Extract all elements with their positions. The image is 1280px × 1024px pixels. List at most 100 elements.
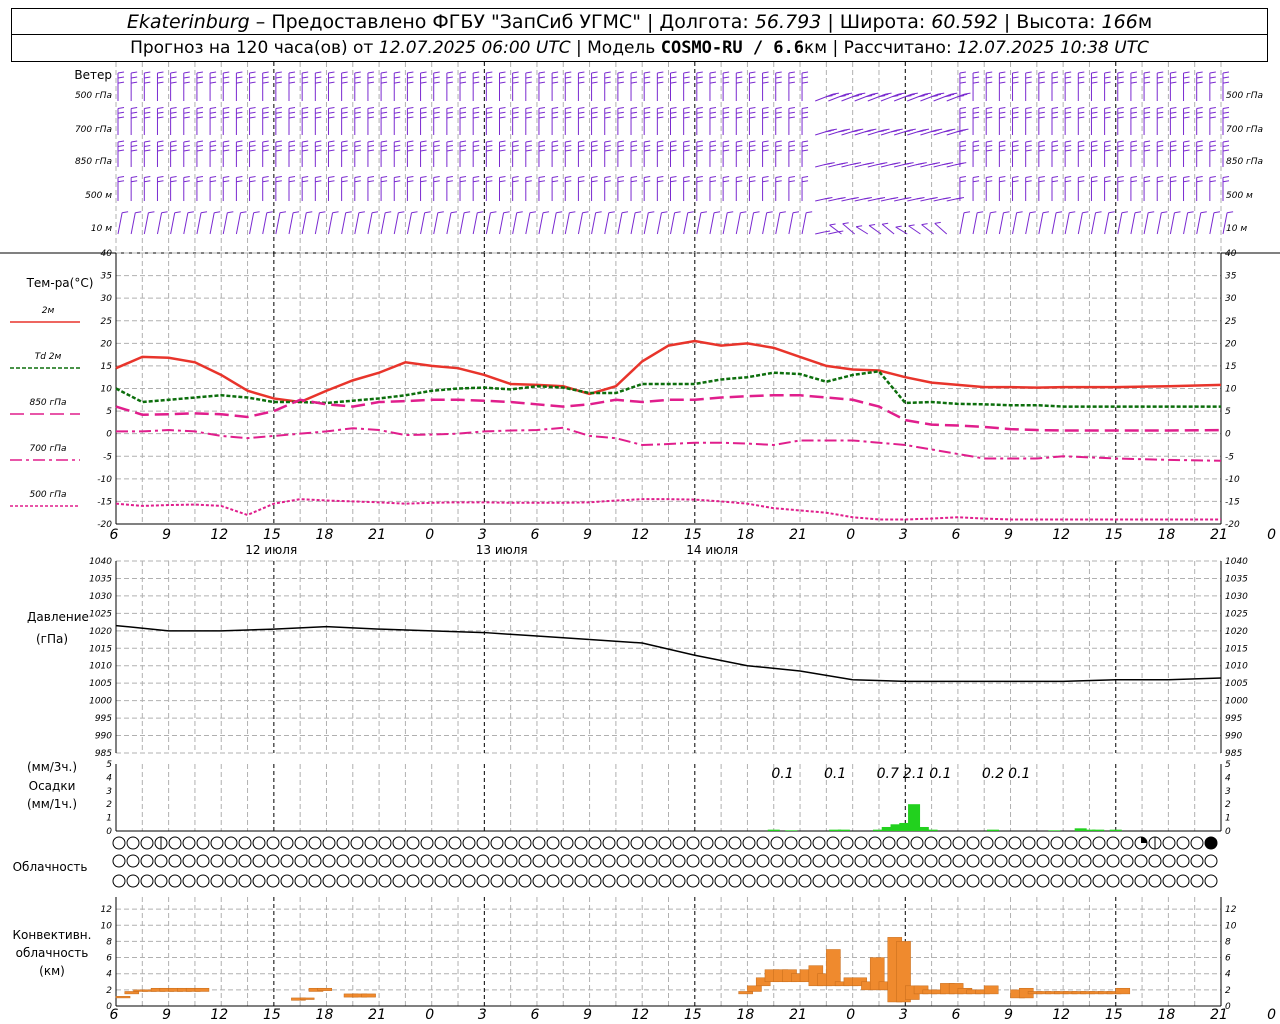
hour-tick: 6	[530, 527, 539, 543]
cloud-cover-symbol	[140, 854, 154, 868]
cloud-cover-symbol	[168, 874, 182, 888]
wind-barb-feather	[236, 76, 243, 79]
wind-barb-feather	[196, 76, 204, 79]
wind-barb-feather	[1130, 76, 1137, 79]
cloud-cover-symbol	[952, 854, 966, 868]
cloud-cover-symbol	[1106, 836, 1120, 850]
wind-barb-feather	[972, 180, 980, 183]
wind-barb-feather	[604, 180, 611, 183]
wind-barb-shaft	[1156, 212, 1162, 235]
wind-barb-feather	[302, 176, 309, 178]
wind-barb-feather	[788, 176, 795, 178]
wind-barb-feather	[657, 140, 664, 143]
wind-barb-shaft	[433, 212, 439, 235]
wind-barb-feather	[1209, 180, 1216, 183]
precip-tick-right: 0	[1225, 827, 1231, 837]
cloud-cover-symbol	[560, 836, 574, 850]
wind-barb-feather	[420, 149, 427, 152]
wind-barb-feather	[951, 92, 958, 95]
wind-barb-shaft	[512, 212, 518, 235]
wind-barb-feather	[1012, 107, 1019, 109]
wind-barb-feather	[1157, 149, 1164, 152]
wind-barb-feather	[1104, 116, 1111, 119]
temp-tick-right: 15	[1225, 362, 1237, 372]
temp-legend-label: 850 гПа	[29, 398, 66, 408]
wind-barb-feather	[381, 76, 388, 79]
wind-barb-feather	[801, 145, 809, 147]
wind-barb-feather	[604, 116, 611, 119]
wind-barb-feather	[1038, 180, 1045, 183]
cloud-cover-symbol	[238, 854, 252, 868]
wind-barb-feather	[670, 111, 677, 114]
wind-barb-feather	[499, 176, 506, 178]
wind-barb-feather	[749, 140, 756, 143]
wind-barb-feather	[1091, 145, 1098, 147]
cloud-cover-symbol	[350, 854, 364, 868]
cloud-cover-symbol	[882, 874, 896, 888]
cloud-cover-symbol	[644, 836, 658, 850]
wind-barb-feather	[999, 145, 1006, 147]
cloud-cover-symbol	[308, 854, 322, 868]
wind-barb-feather	[604, 140, 611, 143]
wind-barb-shaft	[577, 212, 584, 235]
wind-barb-feather	[552, 76, 559, 79]
wind-barb-feather	[736, 140, 743, 143]
wind-barb-feather	[1078, 81, 1085, 84]
wind-barb-feather	[775, 111, 782, 114]
wind-barb-feather	[275, 116, 282, 119]
cloud-cover-symbol	[714, 874, 728, 888]
wind-barb-feather	[525, 116, 532, 119]
wind-barb-feather	[1051, 145, 1059, 147]
wind-barb-shaft	[551, 212, 557, 235]
wind-barb-feather	[565, 176, 572, 178]
hour-tick-bottom: 0	[846, 1007, 855, 1023]
wind-barb-feather	[709, 176, 717, 178]
wind-barb-feather	[1187, 211, 1194, 214]
cloud-cover-symbol	[1092, 836, 1106, 850]
hour-tick: 18	[316, 527, 334, 543]
wind-barb-feather	[473, 107, 480, 109]
wind-barb-feather	[196, 180, 204, 183]
temp-tick-left: 25	[101, 317, 113, 327]
wind-barb-shaft	[1090, 212, 1097, 235]
wind-barb-feather	[381, 176, 388, 178]
wind-barb-feather	[473, 140, 480, 143]
wind-barb-feather	[1196, 149, 1203, 152]
wind-barb-feather	[210, 76, 217, 79]
wind-barb-feather	[249, 176, 256, 178]
hour-tick-bottom: 0	[1267, 1007, 1276, 1023]
wind-barb-feather	[670, 76, 677, 79]
wind-barb-feather	[420, 145, 427, 147]
hour-tick: 21	[368, 527, 386, 543]
wind-barb-feather	[512, 149, 519, 152]
wind-barb-feather	[196, 140, 204, 143]
wind-barb-feather	[1038, 76, 1045, 79]
wind-barb-feather	[170, 81, 177, 84]
wind-barb-feather	[170, 71, 177, 74]
wind-barb-feather	[644, 145, 651, 147]
wind-barb-feather	[1012, 176, 1019, 178]
wind-barb-shaft	[934, 222, 948, 235]
wind-barb-feather	[144, 81, 151, 84]
precip-bar	[1048, 830, 1061, 831]
wind-barb-feather	[565, 76, 572, 79]
wind-barb-feather	[938, 92, 945, 95]
pressure-tick-right: 1020	[1225, 627, 1248, 637]
wind-barb-feather	[157, 111, 164, 114]
wind-barb-feather	[736, 149, 743, 152]
wind-barb-feather	[1051, 81, 1059, 84]
wind-barb-feather	[144, 76, 151, 79]
wind-barb-feather	[538, 76, 546, 79]
wind-barb-feather	[635, 211, 642, 214]
wind-barb-feather	[354, 107, 361, 109]
wind-barb-feather	[999, 140, 1006, 143]
wind-barb-feather	[473, 116, 480, 119]
cloud-cover-symbol	[840, 836, 854, 850]
cloud-cover-symbol	[490, 874, 504, 888]
cloud-cover-symbol	[770, 836, 784, 850]
wind-barb-shaft	[908, 225, 921, 235]
wind-barb-feather	[696, 140, 703, 143]
wind-barb-feather	[630, 76, 638, 79]
wind-barb-feather	[630, 81, 638, 84]
wind-barb-feather	[657, 111, 664, 114]
